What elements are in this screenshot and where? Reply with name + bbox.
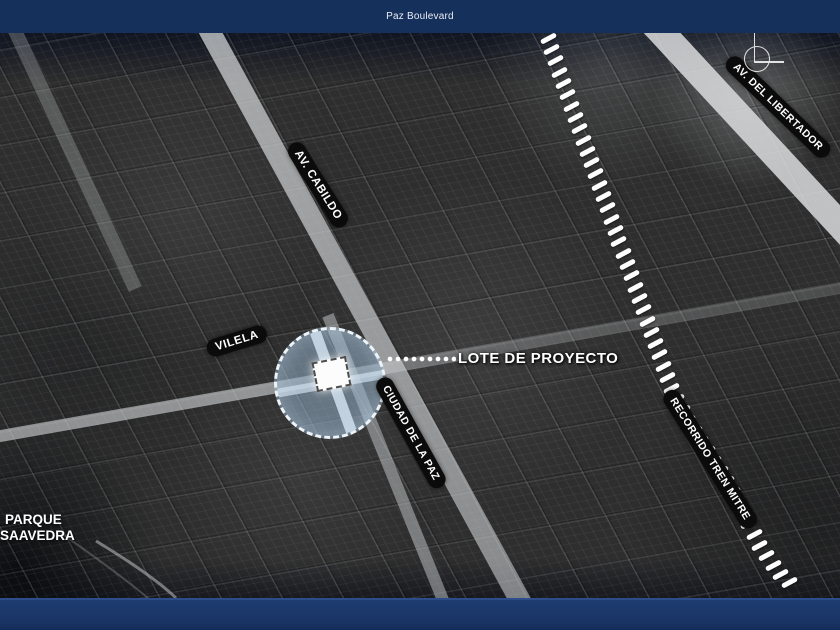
railway-dash bbox=[757, 549, 776, 562]
railway-dash bbox=[622, 269, 640, 283]
railway-dash bbox=[772, 568, 790, 581]
railway-dash bbox=[618, 258, 636, 271]
railway-dash bbox=[630, 292, 649, 305]
site-circle-highlight bbox=[274, 327, 386, 439]
railway-dash bbox=[570, 122, 588, 136]
railway-dash bbox=[598, 201, 617, 215]
project-lot-label: LOTE DE PROYECTO bbox=[458, 350, 619, 367]
railway-dash bbox=[650, 348, 669, 362]
railway-dash bbox=[606, 224, 624, 237]
aerial-map bbox=[0, 33, 840, 598]
railway-dash bbox=[751, 539, 769, 552]
railway-dash bbox=[602, 213, 620, 226]
presentation-slide: AV. CABILDO VILELA CIUDAD DE LA PAZ AV. … bbox=[0, 0, 840, 630]
railway-track bbox=[0, 33, 840, 598]
railway-dash bbox=[546, 54, 565, 67]
railway-dash bbox=[562, 100, 580, 113]
railway-dash bbox=[566, 111, 584, 124]
project-lot-marker bbox=[311, 355, 352, 393]
railway-dash bbox=[638, 314, 657, 328]
bottom-bar bbox=[0, 598, 840, 630]
top-bar: Paz Boulevard bbox=[0, 0, 840, 33]
railway-dash bbox=[745, 528, 764, 541]
railway-dash bbox=[574, 133, 592, 147]
railway-dash bbox=[646, 337, 665, 350]
railway-dash bbox=[550, 65, 569, 79]
top-bar-title: Paz Boulevard bbox=[386, 11, 454, 22]
railway-dash bbox=[614, 247, 632, 260]
railway-dash bbox=[543, 43, 561, 56]
railway-dash bbox=[654, 360, 673, 373]
park-label-line1: PARQUE bbox=[5, 512, 62, 527]
railway-dash bbox=[554, 77, 572, 90]
railway-dash bbox=[582, 156, 601, 169]
railway-dash bbox=[764, 559, 782, 572]
railway-dash bbox=[578, 145, 596, 158]
railway-dash bbox=[626, 280, 644, 294]
railway-dash bbox=[586, 167, 605, 181]
north-compass-icon bbox=[738, 30, 788, 76]
leader-dots bbox=[386, 356, 456, 362]
park-label: PARQUE SAAVEDRA bbox=[0, 512, 75, 544]
railway-dash bbox=[634, 303, 653, 316]
railway-dash bbox=[658, 371, 677, 384]
railway-dash bbox=[594, 190, 613, 203]
railway-dash bbox=[780, 576, 799, 589]
park-label-line2: SAAVEDRA bbox=[0, 528, 75, 543]
railway-dash bbox=[610, 235, 628, 249]
railway-dash bbox=[539, 33, 557, 45]
railway-dash bbox=[642, 326, 661, 339]
railway-dash bbox=[558, 88, 576, 102]
railway-dash bbox=[591, 178, 609, 192]
